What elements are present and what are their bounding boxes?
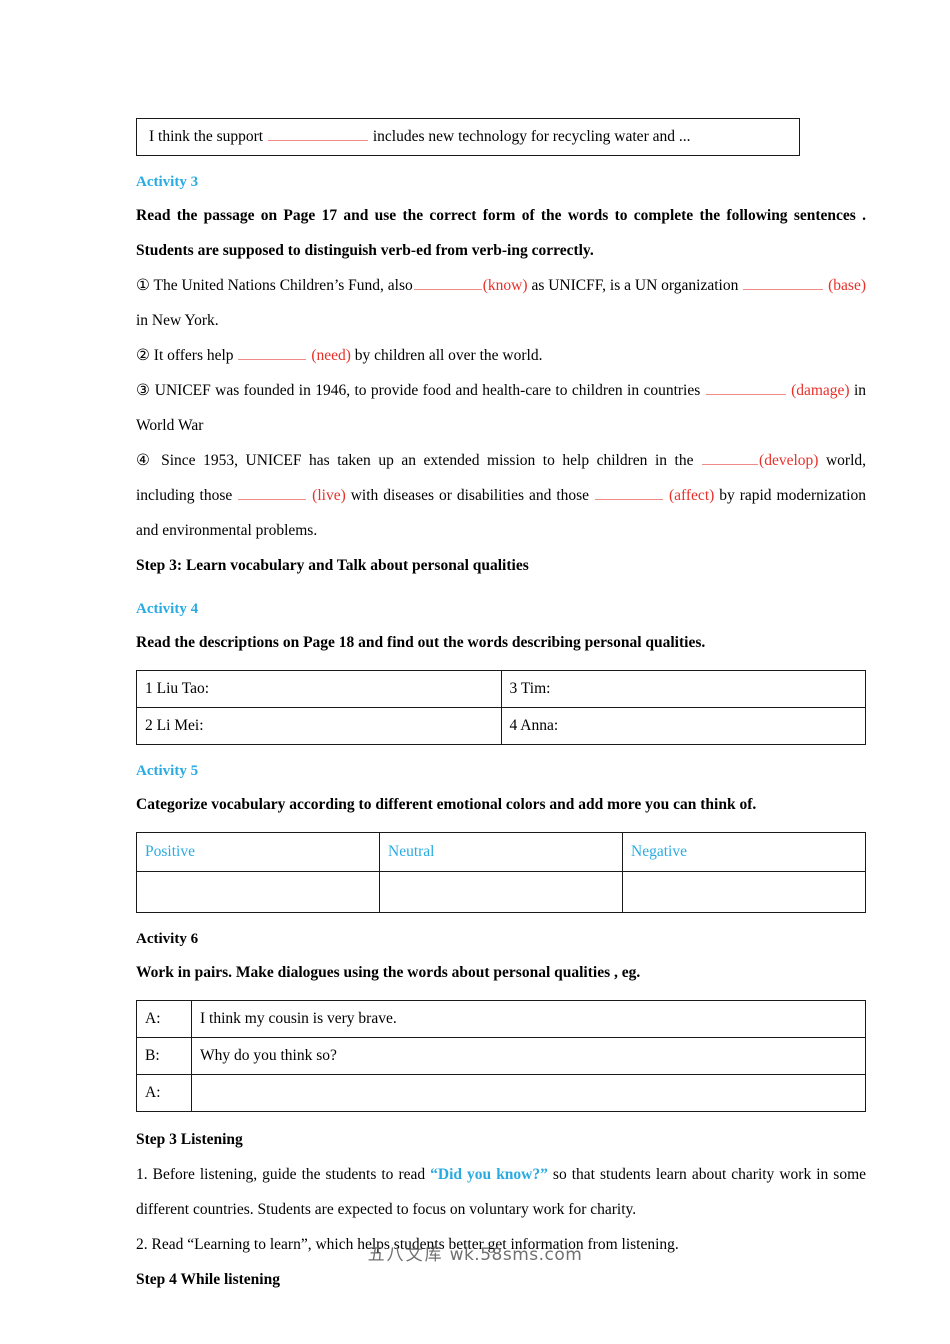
- dialogue-row: B: Why do you think so?: [136, 1037, 866, 1075]
- fill-in-blank[interactable]: [743, 276, 824, 290]
- table-row: 2 Li Mei: 4 Anna:: [136, 707, 866, 745]
- item-text-part: It offers help: [153, 347, 234, 364]
- table-cell-neutral[interactable]: [379, 871, 623, 913]
- activity-4-table: 1 Liu Tao: 3 Tim: 2 Li Mei: 4 Anna:: [136, 670, 866, 745]
- step-3-vocabulary-heading: Step 3: Learn vocabulary and Talk about …: [136, 557, 529, 574]
- fill-in-blank[interactable]: [238, 486, 307, 500]
- column-header-neutral: Neutral: [379, 832, 623, 872]
- item-marker: ①: [136, 277, 150, 294]
- did-you-know-quote: “Did you know?”: [430, 1166, 548, 1183]
- step-3-listening-heading: Step 3 Listening: [136, 1131, 243, 1148]
- table-row: [136, 871, 866, 913]
- dialogue-line[interactable]: Why do you think so?: [191, 1037, 866, 1075]
- table-cell-li-mei[interactable]: 2 Li Mei:: [136, 707, 502, 745]
- listening-item-1: 1. Before listening, guide the students …: [136, 1157, 866, 1227]
- fill-in-blank[interactable]: [595, 486, 663, 500]
- activity-3-item-4: ④ Since 1953, UNICEF has taken up an ext…: [136, 443, 866, 548]
- verb-cue: (live): [312, 487, 346, 504]
- listening-item-1-part-1: 1. Before listening, guide the students …: [136, 1166, 426, 1183]
- activity-5-instruction: Categorize vocabulary according to diffe…: [136, 796, 757, 813]
- item-text-part: as UNICFF, is a UN organization: [531, 277, 739, 294]
- document-content: I think the support includes new technol…: [136, 118, 866, 1297]
- verb-cue: (affect): [668, 487, 715, 504]
- item-text-part: by children all over the world.: [354, 347, 543, 364]
- watermark-chinese: 五八文库: [367, 1245, 444, 1265]
- activity-3-item-1: ① The United Nations Children’s Fund, al…: [136, 268, 866, 338]
- activity-4-instruction: Read the descriptions on Page 18 and fin…: [136, 634, 706, 651]
- fill-in-blank[interactable]: [267, 127, 368, 141]
- table-cell-negative[interactable]: [622, 871, 866, 913]
- table-row: 1 Liu Tao: 3 Tim:: [136, 670, 866, 708]
- item-marker: ④: [136, 452, 154, 469]
- fill-in-blank[interactable]: [238, 346, 307, 360]
- column-header-positive: Positive: [136, 832, 380, 872]
- table-cell-anna[interactable]: 4 Anna:: [500, 707, 866, 745]
- dialogue-row: A:: [136, 1074, 866, 1112]
- column-header-negative: Negative: [622, 832, 866, 872]
- item-text-part: with diseases or disabilities and those: [350, 487, 590, 504]
- item-text-part: UNICEF was founded in 1946, to provide f…: [154, 382, 701, 399]
- verb-cue: (base): [828, 277, 866, 294]
- document-page: I think the support includes new technol…: [0, 0, 950, 1344]
- table-cell-liu-tao[interactable]: 1 Liu Tao:: [136, 670, 502, 708]
- item-text-part: Since 1953, UNICEF has taken up an exten…: [161, 452, 694, 469]
- activity-4-heading: Activity 4: [136, 601, 199, 617]
- fill-in-blank[interactable]: [702, 451, 759, 465]
- dialogue-speaker-label: A:: [136, 1074, 192, 1112]
- activity-3-heading: Activity 3: [136, 174, 199, 190]
- activity-6-heading: Activity 6: [136, 931, 199, 947]
- verb-cue: (need): [311, 347, 351, 364]
- activity-6-instruction: Work in pairs. Make dialogues using the …: [136, 964, 641, 981]
- activity-3-instruction: Read the passage on Page 17 and use the …: [136, 207, 866, 259]
- example-sentence-box: I think the support includes new technol…: [136, 118, 800, 156]
- fill-in-blank[interactable]: [705, 381, 786, 395]
- activity-3-item-2: ② It offers help (need) by children all …: [136, 338, 866, 373]
- step-4-heading: Step 4 While listening: [136, 1271, 280, 1288]
- dialogue-line[interactable]: I think my cousin is very brave.: [191, 1000, 866, 1038]
- watermark: 五八文库 wk.58sms.com: [0, 1240, 950, 1265]
- table-cell-positive[interactable]: [136, 871, 380, 913]
- item-marker: ③: [136, 382, 151, 399]
- example-sentence-after: includes new technology for recycling wa…: [372, 128, 691, 145]
- dialogue-row: A: I think my cousin is very brave.: [136, 1000, 866, 1038]
- watermark-url: wk.58sms.com: [449, 1245, 583, 1265]
- table-cell-tim[interactable]: 3 Tim:: [500, 670, 866, 708]
- verb-cue: (damage): [791, 382, 850, 399]
- activity-5-heading: Activity 5: [136, 763, 199, 779]
- fill-in-blank[interactable]: [413, 276, 482, 290]
- dialogue-line[interactable]: [191, 1074, 866, 1112]
- activity-6-dialogue-table: A: I think my cousin is very brave. B: W…: [136, 1000, 866, 1112]
- dialogue-speaker-label: B:: [136, 1037, 192, 1075]
- item-marker: ②: [136, 347, 150, 364]
- verb-cue: (develop): [759, 452, 819, 469]
- item-text-part: in New York.: [136, 312, 219, 329]
- example-sentence-before: I think the support: [149, 128, 264, 145]
- item-text-part: The United Nations Children’s Fund, also: [153, 277, 413, 294]
- dialogue-speaker-label: A:: [136, 1000, 192, 1038]
- table-header-row: Positive Neutral Negative: [136, 832, 866, 872]
- activity-5-table: Positive Neutral Negative: [136, 832, 866, 913]
- activity-3-item-3: ③ UNICEF was founded in 1946, to provide…: [136, 373, 866, 443]
- verb-cue: (know): [482, 277, 528, 294]
